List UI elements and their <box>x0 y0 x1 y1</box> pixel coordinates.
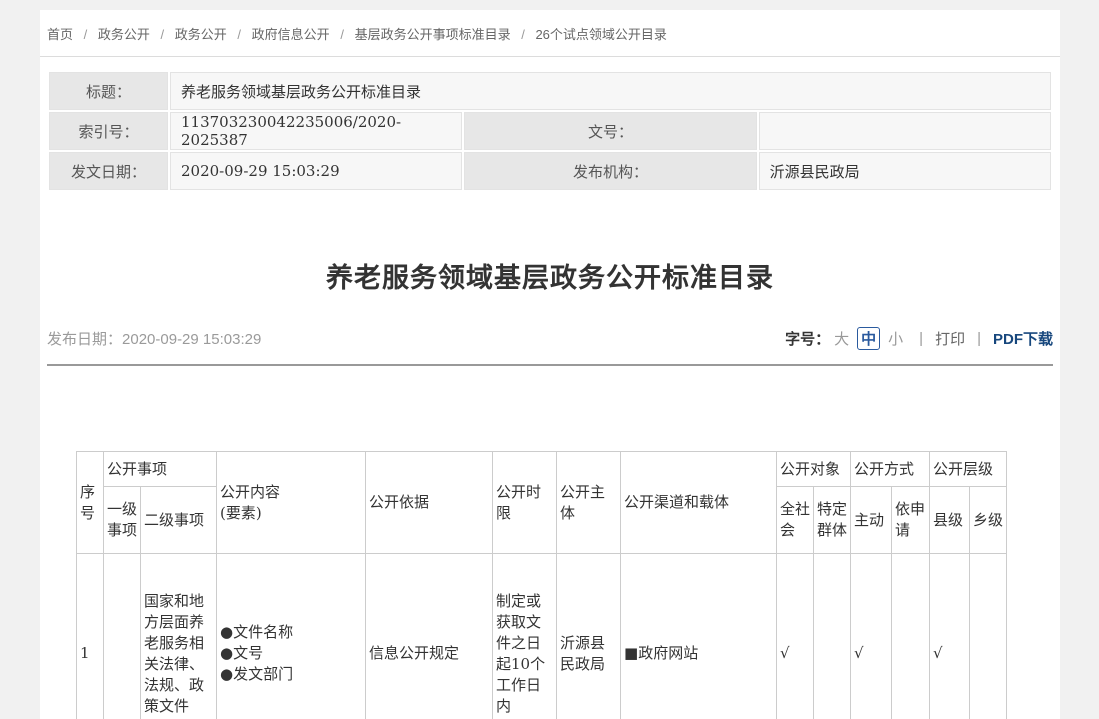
cell-time-limit: 制定或获取文件之日起10个工作日内 <box>493 554 557 719</box>
content-card: 首页 / 政务公开 / 政务公开 / 政府信息公开 / 基层政务公开事项标准目录… <box>40 10 1060 719</box>
cell-township <box>970 554 1007 719</box>
meta-title-value: 养老服务领域基层政务公开标准目录 <box>170 72 1051 110</box>
cell-county: √ <box>930 554 970 719</box>
breadcrumb-separator: / <box>84 27 88 42</box>
article-info-bar: 发布日期：2020-09-29 15:03:29 字号： 大 中 小 | 打印 … <box>47 327 1053 350</box>
breadcrumb-pilot-catalog[interactable]: 26个试点领域公开目录 <box>535 27 666 42</box>
document-meta-table: 标题： 养老服务领域基层政务公开标准目录 索引号： 11370323004223… <box>47 70 1053 192</box>
content-divider <box>47 364 1053 366</box>
header-level-group: 公开层级 <box>930 452 1007 487</box>
table-row: 1 国家和地方层面养老服务相关法律、法规、政策文件 ●文件名称 ●文号 ●发文部… <box>77 554 1007 719</box>
cell-level1 <box>104 554 141 719</box>
breadcrumb-separator: / <box>237 27 241 42</box>
meta-title-label: 标题： <box>49 72 168 110</box>
pdf-download-button[interactable]: PDF下载 <box>993 328 1053 349</box>
meta-org-label: 发布机构： <box>464 152 756 190</box>
tool-separator: | <box>919 330 923 347</box>
meta-row-index: 索引号： 113703230042235006/2020-2025387 文号： <box>49 112 1051 150</box>
cell-on-request <box>892 554 930 719</box>
font-size-medium-button[interactable]: 中 <box>857 327 880 350</box>
cell-specific-group <box>814 554 851 719</box>
breadcrumb-gov-info[interactable]: 政府信息公开 <box>252 27 330 42</box>
header-target-group: 公开对象 <box>777 452 851 487</box>
meta-index-value: 113703230042235006/2020-2025387 <box>170 112 462 150</box>
header-channel: 公开渠道和载体 <box>621 452 777 554</box>
cell-channel: ■政府网站 <box>621 554 777 719</box>
breadcrumb-zwgk-1[interactable]: 政务公开 <box>98 27 150 42</box>
cell-level2: 国家和地方层面养老服务相关法律、法规、政策文件 <box>141 554 217 719</box>
breadcrumb-separator: / <box>521 27 525 42</box>
header-all-society: 全社会 <box>777 487 814 554</box>
meta-date-value: 2020-09-29 15:03:29 <box>170 152 462 190</box>
catalog-table: 序号 公开事项 公开内容 (要素) 公开依据 公开时限 公开主体 公开渠道和载体… <box>76 451 1007 719</box>
header-level1: 一级事项 <box>104 487 141 554</box>
header-items-group: 公开事项 <box>104 452 217 487</box>
meta-row-title: 标题： 养老服务领域基层政务公开标准目录 <box>49 72 1051 110</box>
publish-date-label: 发布日期： <box>47 331 122 348</box>
font-size-large-button[interactable]: 大 <box>834 328 849 349</box>
font-size-small-button[interactable]: 小 <box>888 328 903 349</box>
header-method-group: 公开方式 <box>851 452 930 487</box>
header-county: 县级 <box>930 487 970 554</box>
header-content: 公开内容 (要素) <box>217 452 366 554</box>
header-subject: 公开主体 <box>557 452 621 554</box>
table-header-row-1: 序号 公开事项 公开内容 (要素) 公开依据 公开时限 公开主体 公开渠道和载体… <box>77 452 1007 487</box>
meta-index-label: 索引号： <box>49 112 168 150</box>
header-specific-group: 特定群体 <box>814 487 851 554</box>
cell-all-society: √ <box>777 554 814 719</box>
header-time-limit: 公开时限 <box>493 452 557 554</box>
meta-date-label: 发文日期： <box>49 152 168 190</box>
article-tools: 字号： 大 中 小 | 打印 | PDF下载 <box>785 327 1053 350</box>
meta-org-value: 沂源县民政局 <box>759 152 1051 190</box>
cell-no: 1 <box>77 554 104 719</box>
tool-separator: | <box>977 330 981 347</box>
header-level2: 二级事项 <box>141 487 217 554</box>
publish-date: 发布日期：2020-09-29 15:03:29 <box>47 328 261 349</box>
breadcrumb-standard-catalog[interactable]: 基层政务公开事项标准目录 <box>355 27 511 42</box>
breadcrumb-separator: / <box>161 27 165 42</box>
header-no: 序号 <box>77 452 104 554</box>
breadcrumb-home[interactable]: 首页 <box>47 27 73 42</box>
header-active: 主动 <box>851 487 892 554</box>
breadcrumb: 首页 / 政务公开 / 政务公开 / 政府信息公开 / 基层政务公开事项标准目录… <box>40 10 1060 57</box>
meta-docno-label: 文号： <box>464 112 756 150</box>
print-button[interactable]: 打印 <box>935 328 965 349</box>
cell-content: ●文件名称 ●文号 ●发文部门 <box>217 554 366 719</box>
header-basis: 公开依据 <box>366 452 493 554</box>
header-township: 乡级 <box>970 487 1007 554</box>
cell-subject: 沂源县民政局 <box>557 554 621 719</box>
meta-row-date: 发文日期： 2020-09-29 15:03:29 发布机构： 沂源县民政局 <box>49 152 1051 190</box>
font-size-label: 字号： <box>785 328 830 349</box>
cell-basis: 信息公开规定 <box>366 554 493 719</box>
breadcrumb-separator: / <box>340 27 344 42</box>
publish-date-value: 2020-09-29 15:03:29 <box>122 331 261 348</box>
breadcrumb-zwgk-2[interactable]: 政务公开 <box>175 27 227 42</box>
meta-docno-value <box>759 112 1051 150</box>
header-on-request: 依申请 <box>892 487 930 554</box>
cell-active: √ <box>851 554 892 719</box>
page-title: 养老服务领域基层政务公开标准目录 <box>40 256 1060 295</box>
